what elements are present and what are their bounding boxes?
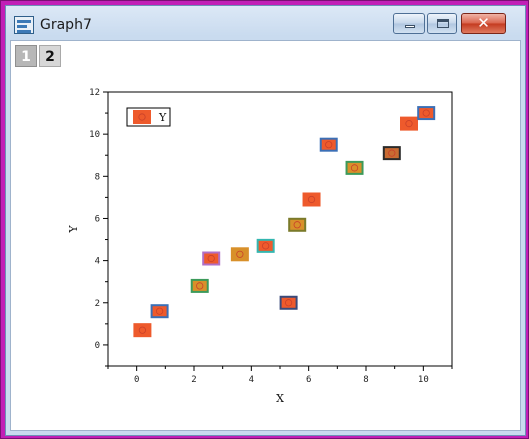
maximize-icon: [437, 19, 449, 28]
data-point[interactable]: [190, 278, 209, 293]
x-tick-label: 2: [191, 375, 196, 385]
marker-box: [417, 106, 436, 121]
y-tick-label: 8: [95, 172, 100, 182]
data-points: [133, 106, 436, 338]
graph-page[interactable]: 1 2 0 2 4 6 8 10 0 2 4 6 8 10 12 X Y Y: [10, 40, 521, 431]
data-point[interactable]: [150, 304, 169, 319]
marker-box: [133, 323, 152, 338]
window-title: Graph7: [40, 17, 92, 33]
data-point[interactable]: [288, 217, 307, 232]
x-tick-label: 8: [363, 375, 368, 385]
data-point[interactable]: [230, 247, 249, 262]
marker-box: [302, 192, 321, 207]
marker-box: [230, 247, 249, 262]
marker-box: [319, 137, 338, 152]
y-tick-label: 10: [89, 130, 100, 140]
x-tick-label: 4: [249, 375, 254, 385]
marker-box: [400, 116, 418, 131]
close-icon: ✕: [477, 14, 490, 32]
data-point[interactable]: [279, 295, 298, 310]
y-tick-label: 0: [95, 341, 100, 351]
legend[interactable]: Y: [126, 107, 171, 127]
minimize-icon: [405, 25, 415, 28]
data-point[interactable]: [319, 137, 338, 152]
window-frame: Graph7 ✕ 1 2 0 2 4 6 8 10 0 2 4 6 8 10 12 X Y Y: [0, 0, 529, 439]
x-tick-label: 10: [418, 375, 429, 385]
y-tick-label: 12: [89, 88, 100, 98]
marker-box: [382, 146, 401, 161]
data-point[interactable]: [400, 116, 418, 131]
marker-box: [190, 278, 209, 293]
data-point[interactable]: [345, 160, 364, 175]
y-tick-label: 2: [95, 299, 100, 309]
legend-label[interactable]: Y: [158, 111, 167, 124]
x-tick-label: 0: [134, 375, 139, 385]
axis-ticks: 0 2 4 6 8 10 0 2 4 6 8 10 12: [89, 88, 453, 385]
minimize-button[interactable]: [393, 13, 425, 34]
data-point[interactable]: [382, 146, 401, 161]
marker-box: [133, 110, 151, 124]
y-tick-label: 6: [95, 214, 100, 224]
marker-box: [150, 304, 169, 319]
close-button[interactable]: ✕: [461, 13, 506, 34]
marker-box: [279, 295, 298, 310]
x-axis-title[interactable]: X: [276, 392, 284, 405]
legend-marker[interactable]: [133, 110, 151, 124]
plot-frame[interactable]: [107, 91, 453, 367]
scatter-plot[interactable]: 0 2 4 6 8 10 0 2 4 6 8 10 12 X Y Y: [11, 41, 522, 432]
data-point[interactable]: [202, 251, 221, 266]
marker-box: [345, 160, 364, 175]
window: Graph7 ✕ 1 2 0 2 4 6 8 10 0 2 4 6 8 10 12 X Y Y: [5, 5, 526, 436]
data-point[interactable]: [256, 238, 275, 253]
title-bar[interactable]: Graph7 ✕: [6, 6, 525, 40]
y-tick-label: 4: [95, 257, 100, 267]
graph-window-icon[interactable]: [14, 16, 34, 34]
maximize-button[interactable]: [427, 13, 457, 34]
data-point[interactable]: [302, 192, 321, 207]
data-point[interactable]: [133, 323, 152, 338]
marker-box: [256, 238, 275, 253]
marker-box: [288, 217, 307, 232]
x-tick-label: 6: [306, 375, 311, 385]
data-point[interactable]: [417, 106, 436, 121]
y-axis-title[interactable]: Y: [67, 225, 80, 234]
marker-box: [202, 251, 221, 266]
